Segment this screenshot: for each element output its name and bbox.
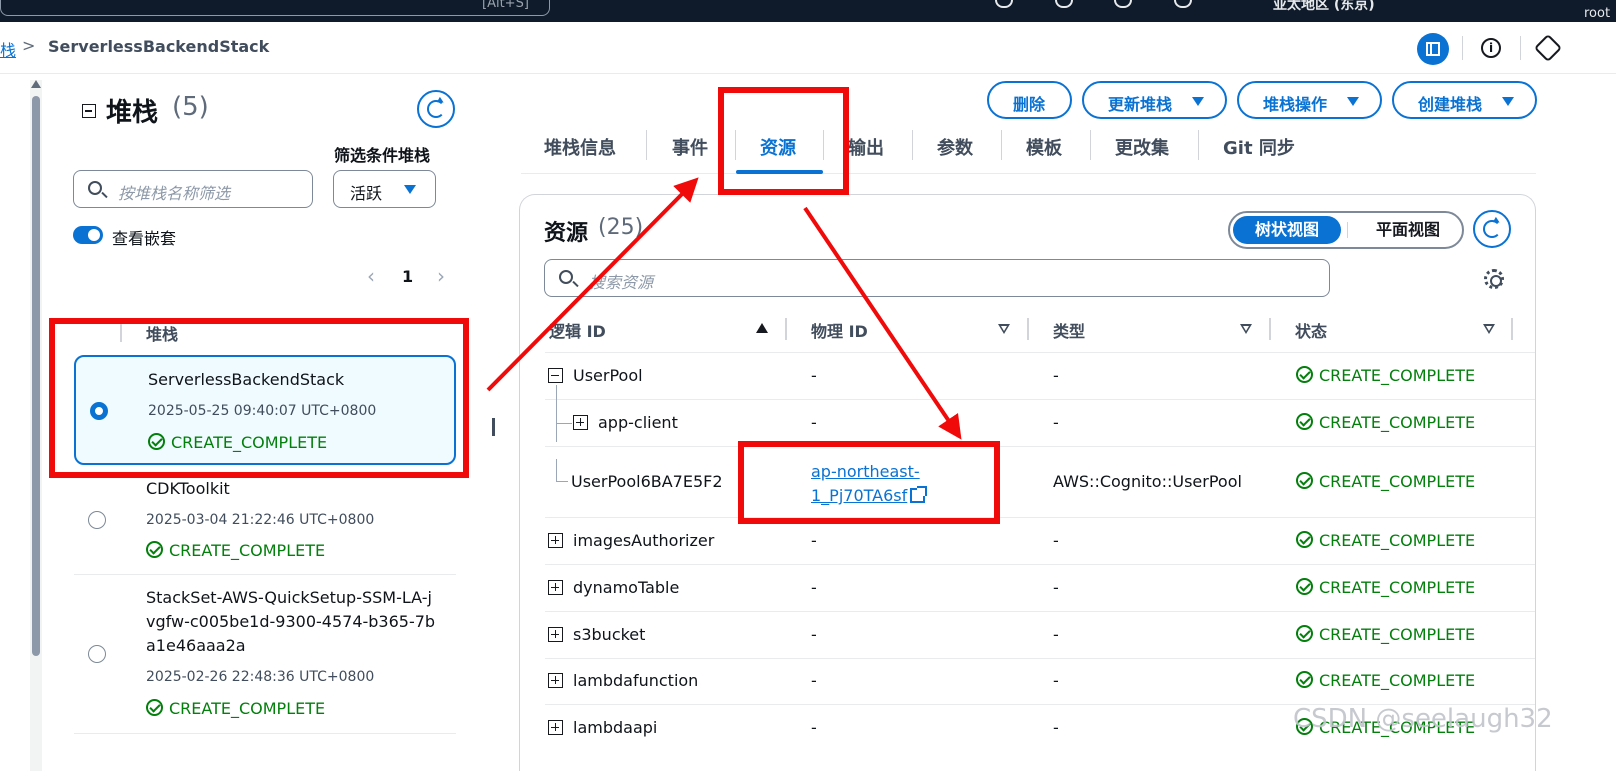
arrow-stack-to-tab	[486, 177, 699, 392]
arrow-tab-to-physical-id	[803, 206, 962, 440]
watermark: CSDN @seelaugh32	[1293, 704, 1553, 734]
annotation-arrows	[486, 177, 962, 440]
